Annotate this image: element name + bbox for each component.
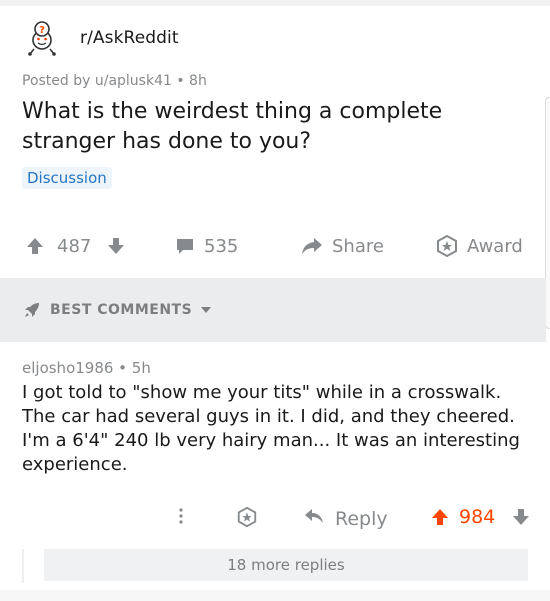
reply-label: Reply [335, 507, 388, 530]
comment-sort-dropdown[interactable]: BEST COMMENTS [0, 278, 546, 342]
share-label: Share [332, 235, 384, 257]
reply-arrow-icon [303, 506, 325, 531]
more-replies-button[interactable]: 18 more replies [44, 549, 528, 581]
award-button[interactable]: Award [435, 234, 523, 258]
reply-button[interactable]: Reply [303, 506, 388, 531]
share-button[interactable]: Share [300, 235, 384, 257]
comment-score: 984 [459, 506, 496, 528]
downvote-icon[interactable] [510, 506, 532, 528]
svg-text:?: ? [39, 25, 45, 36]
award-icon [435, 234, 459, 258]
award-icon[interactable] [236, 506, 258, 528]
top-divider [0, 0, 550, 6]
share-arrow-icon [300, 235, 324, 257]
comments-button[interactable]: 535 [174, 235, 238, 257]
post-meta: Posted by u/aplusk41 • 8h [22, 73, 207, 89]
comment-body: I got told to "show me your tits" while … [22, 382, 520, 475]
askreddit-snoo-icon: ? [22, 18, 62, 58]
rocket-icon [22, 300, 42, 320]
comment-action-bar: Reply 984 [0, 502, 550, 534]
sort-label: BEST COMMENTS [50, 302, 193, 318]
award-label: Award [467, 235, 523, 257]
downvote-icon[interactable] [105, 235, 127, 257]
comment-bubble-icon [174, 235, 196, 257]
subreddit-name[interactable]: r/AskReddit [80, 28, 179, 48]
subreddit-header[interactable]: ? r/AskReddit [22, 18, 179, 58]
comment-count: 535 [204, 235, 239, 257]
upvote-active-icon[interactable] [429, 506, 451, 528]
upvote-icon[interactable] [24, 235, 46, 257]
chevron-down-icon [200, 305, 212, 315]
thread-line[interactable] [22, 549, 24, 583]
post-action-bar: 487 535 Share Award [0, 228, 550, 264]
post-score: 487 [57, 235, 92, 257]
post-flair[interactable]: Discussion [22, 167, 112, 189]
post-title[interactable]: What is the weirdest thing a complete st… [22, 97, 502, 157]
more-options-icon[interactable] [178, 506, 184, 526]
bottom-divider [0, 590, 550, 601]
comment-meta: eljosho1986 • 5h [22, 359, 151, 377]
